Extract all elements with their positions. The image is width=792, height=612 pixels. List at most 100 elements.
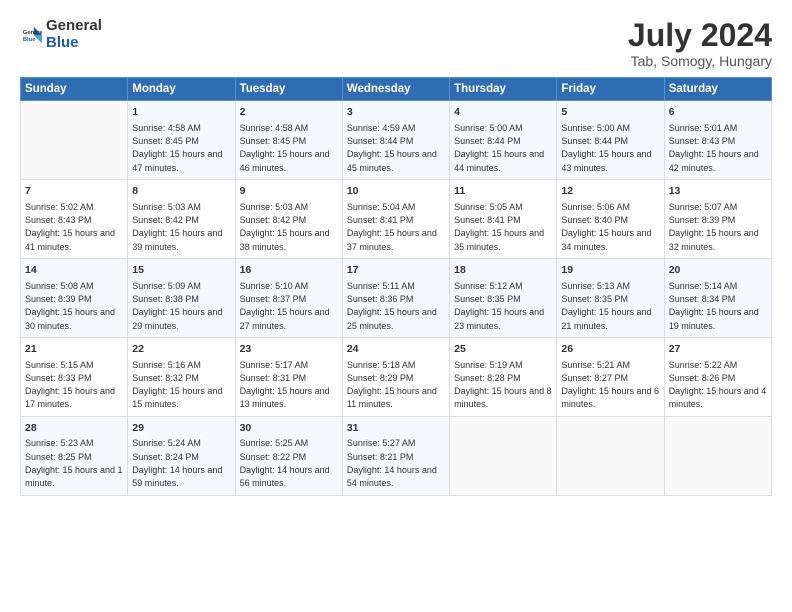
day-number: 18 [454,263,552,278]
day-number: 28 [25,421,123,436]
cell-info: Sunrise: 4:58 AMSunset: 8:45 PMDaylight:… [240,123,330,173]
cell-info: Sunrise: 5:03 AMSunset: 8:42 PMDaylight:… [132,202,222,252]
cell-info: Sunrise: 5:13 AMSunset: 8:35 PMDaylight:… [561,281,651,331]
calendar-cell: 9 Sunrise: 5:03 AMSunset: 8:42 PMDaylight… [235,180,342,259]
header: General Blue General Blue July 2024 Tab,… [20,18,772,69]
cell-info: Sunrise: 5:11 AMSunset: 8:36 PMDaylight:… [347,281,437,331]
calendar-cell: 4 Sunrise: 5:00 AMSunset: 8:44 PMDaylight… [450,101,557,180]
cell-info: Sunrise: 5:00 AMSunset: 8:44 PMDaylight:… [561,123,651,173]
day-number: 20 [669,263,767,278]
calendar-cell: 5 Sunrise: 5:00 AMSunset: 8:44 PMDaylight… [557,101,664,180]
day-number: 15 [132,263,230,278]
day-number: 19 [561,263,659,278]
cell-info: Sunrise: 5:05 AMSunset: 8:41 PMDaylight:… [454,202,544,252]
logo-general-text: General [46,18,102,35]
cell-info: Sunrise: 5:01 AMSunset: 8:43 PMDaylight:… [669,123,759,173]
day-number: 10 [347,184,445,199]
calendar-cell: 2 Sunrise: 4:58 AMSunset: 8:45 PMDaylight… [235,101,342,180]
day-number: 7 [25,184,123,199]
weekday-header-tuesday: Tuesday [235,78,342,101]
day-number: 13 [669,184,767,199]
weekday-header-saturday: Saturday [664,78,771,101]
calendar-cell: 14 Sunrise: 5:08 AMSunset: 8:39 PMDayligh… [21,258,128,337]
day-number: 26 [561,342,659,357]
day-number: 23 [240,342,338,357]
logo: General Blue General Blue [20,18,102,51]
day-number: 14 [25,263,123,278]
cell-info: Sunrise: 5:12 AMSunset: 8:35 PMDaylight:… [454,281,544,331]
weekday-header-sunday: Sunday [21,78,128,101]
calendar-cell: 20 Sunrise: 5:14 AMSunset: 8:34 PMDayligh… [664,258,771,337]
calendar-cell: 25 Sunrise: 5:19 AMSunset: 8:28 PMDayligh… [450,337,557,416]
cell-info: Sunrise: 5:09 AMSunset: 8:38 PMDaylight:… [132,281,222,331]
day-number: 2 [240,105,338,120]
cell-info: Sunrise: 5:03 AMSunset: 8:42 PMDaylight:… [240,202,330,252]
calendar-cell: 23Sunrise: 5:17 AMSunset: 8:31 PMDayligh… [235,337,342,416]
calendar-cell: 1Sunrise: 4:58 AMSunset: 8:45 PMDaylight… [128,101,235,180]
cell-info: Sunrise: 5:22 AMSunset: 8:26 PMDaylight:… [669,360,767,410]
cell-info: Sunrise: 5:18 AMSunset: 8:29 PMDaylight:… [347,360,437,410]
day-number: 17 [347,263,445,278]
calendar-cell: 7Sunrise: 5:02 AMSunset: 8:43 PMDaylight… [21,180,128,259]
weekday-header-friday: Friday [557,78,664,101]
day-number: 31 [347,421,445,436]
cell-info: Sunrise: 5:23 AMSunset: 8:25 PMDaylight:… [25,438,123,488]
cell-info: Sunrise: 5:15 AMSunset: 8:33 PMDaylight:… [25,360,115,410]
cell-info: Sunrise: 5:10 AMSunset: 8:37 PMDaylight:… [240,281,330,331]
day-number: 12 [561,184,659,199]
calendar-cell: 31 Sunrise: 5:27 AMSunset: 8:21 PMDayligh… [342,416,449,495]
day-number: 11 [454,184,552,199]
day-number: 21 [25,342,123,357]
calendar-cell: 19 Sunrise: 5:13 AMSunset: 8:35 PMDayligh… [557,258,664,337]
cell-info: Sunrise: 5:25 AMSunset: 8:22 PMDaylight:… [240,438,330,488]
calendar-cell: 16Sunrise: 5:10 AMSunset: 8:37 PMDayligh… [235,258,342,337]
calendar-table: SundayMondayTuesdayWednesdayThursdayFrid… [20,77,772,495]
calendar-cell [557,416,664,495]
day-number: 8 [132,184,230,199]
calendar-cell: 15 Sunrise: 5:09 AMSunset: 8:38 PMDayligh… [128,258,235,337]
weekday-header-thursday: Thursday [450,78,557,101]
day-number: 4 [454,105,552,120]
day-number: 5 [561,105,659,120]
main-title: July 2024 [628,18,772,53]
calendar-cell: 11 Sunrise: 5:05 AMSunset: 8:41 PMDayligh… [450,180,557,259]
title-block: July 2024 Tab, Somogy, Hungary [628,18,772,69]
calendar-cell: 17 Sunrise: 5:11 AMSunset: 8:36 PMDayligh… [342,258,449,337]
cell-info: Sunrise: 5:27 AMSunset: 8:21 PMDaylight:… [347,438,437,488]
day-number: 25 [454,342,552,357]
day-number: 27 [669,342,767,357]
cell-info: Sunrise: 5:00 AMSunset: 8:44 PMDaylight:… [454,123,544,173]
calendar-cell: 18 Sunrise: 5:12 AMSunset: 8:35 PMDayligh… [450,258,557,337]
cell-info: Sunrise: 5:08 AMSunset: 8:39 PMDaylight:… [25,281,115,331]
calendar-cell: 3 Sunrise: 4:59 AMSunset: 8:44 PMDaylight… [342,101,449,180]
calendar-cell [21,101,128,180]
day-number: 3 [347,105,445,120]
cell-info: Sunrise: 5:21 AMSunset: 8:27 PMDaylight:… [561,360,659,410]
cell-info: Sunrise: 5:14 AMSunset: 8:34 PMDaylight:… [669,281,759,331]
calendar-cell [450,416,557,495]
weekday-header-monday: Monday [128,78,235,101]
cell-info: Sunrise: 5:07 AMSunset: 8:39 PMDaylight:… [669,202,759,252]
day-number: 6 [669,105,767,120]
week-row-5: 28 Sunrise: 5:23 AMSunset: 8:25 PMDayligh… [21,416,772,495]
svg-text:Blue: Blue [23,36,36,42]
week-row-4: 21 Sunrise: 5:15 AMSunset: 8:33 PMDayligh… [21,337,772,416]
day-number: 24 [347,342,445,357]
cell-info: Sunrise: 4:58 AMSunset: 8:45 PMDaylight:… [132,123,222,173]
week-row-2: 7Sunrise: 5:02 AMSunset: 8:43 PMDaylight… [21,180,772,259]
calendar-cell: 10Sunrise: 5:04 AMSunset: 8:41 PMDayligh… [342,180,449,259]
calendar-cell: 6 Sunrise: 5:01 AMSunset: 8:43 PMDaylight… [664,101,771,180]
calendar-cell: 24 Sunrise: 5:18 AMSunset: 8:29 PMDayligh… [342,337,449,416]
calendar-cell: 28 Sunrise: 5:23 AMSunset: 8:25 PMDayligh… [21,416,128,495]
calendar-cell: 8 Sunrise: 5:03 AMSunset: 8:42 PMDaylight… [128,180,235,259]
day-number: 30 [240,421,338,436]
day-number: 29 [132,421,230,436]
calendar-cell: 13 Sunrise: 5:07 AMSunset: 8:39 PMDayligh… [664,180,771,259]
cell-info: Sunrise: 5:19 AMSunset: 8:28 PMDaylight:… [454,360,552,410]
calendar-cell: 22Sunrise: 5:16 AMSunset: 8:32 PMDayligh… [128,337,235,416]
cell-info: Sunrise: 4:59 AMSunset: 8:44 PMDaylight:… [347,123,437,173]
week-row-1: 1Sunrise: 4:58 AMSunset: 8:45 PMDaylight… [21,101,772,180]
calendar-cell: 12Sunrise: 5:06 AMSunset: 8:40 PMDayligh… [557,180,664,259]
day-number: 9 [240,184,338,199]
week-row-3: 14 Sunrise: 5:08 AMSunset: 8:39 PMDayligh… [21,258,772,337]
